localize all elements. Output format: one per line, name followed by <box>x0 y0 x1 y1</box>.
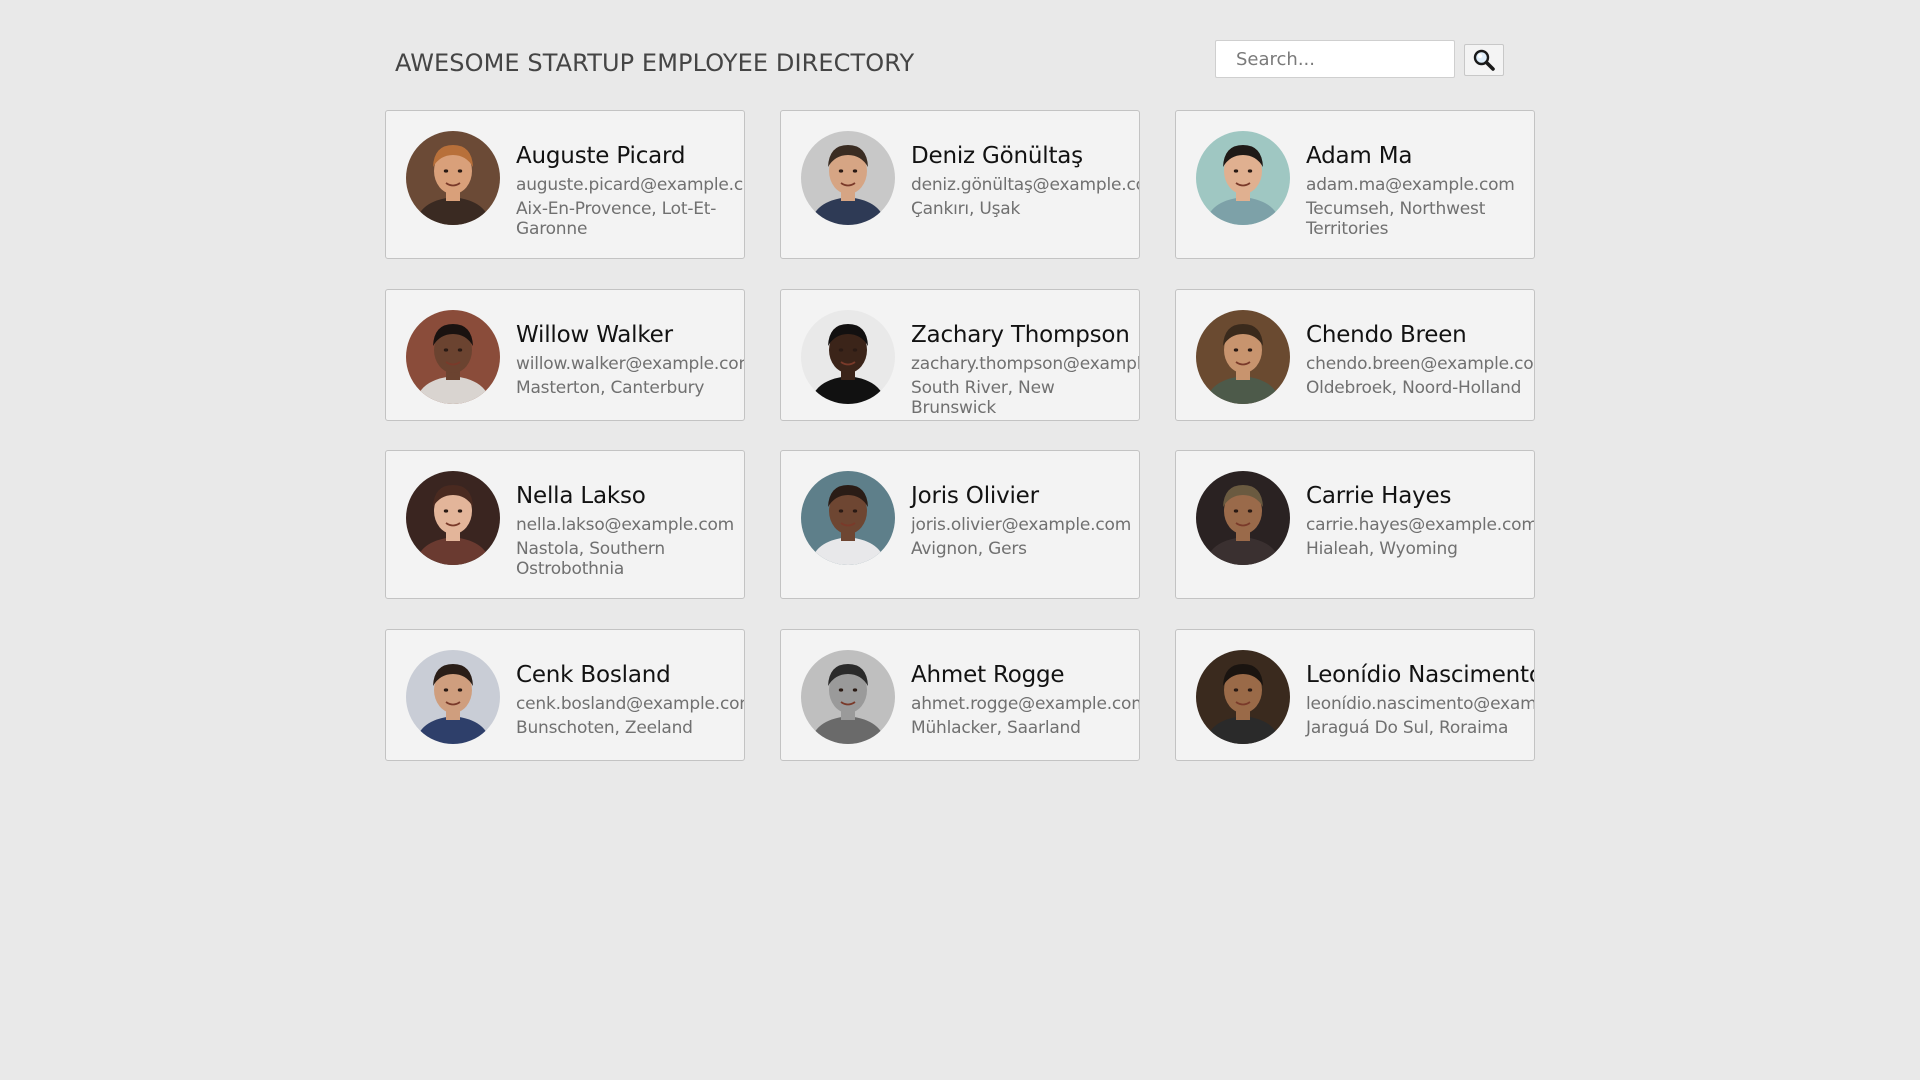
employee-location: Jaraguá Do Sul, Roraima <box>1306 718 1509 738</box>
employee-email: adam.ma@example.com <box>1306 175 1515 195</box>
employee-gallery: Auguste Picard auguste.picard@example.co… <box>385 110 1535 770</box>
employee-card[interactable]: Auguste Picard auguste.picard@example.co… <box>385 110 745 259</box>
person-portrait-icon <box>1196 471 1290 565</box>
employee-info: Carrie Hayes carrie.hayes@example.com Hi… <box>1306 481 1534 559</box>
employee-email: willow.walker@example.com <box>516 354 744 374</box>
employee-name: Leonídio Nascimento <box>1306 662 1535 688</box>
employee-info: Ahmet Rogge ahmet.rogge@example.com Mühl… <box>911 660 1139 738</box>
employee-email: deniz.gönültaş@example.com <box>911 175 1139 195</box>
employee-card[interactable]: Adam Ma adam.ma@example.com Tecumseh, No… <box>1175 110 1535 259</box>
employee-location: Masterton, Canterbury <box>516 378 705 398</box>
person-portrait-icon <box>801 650 895 744</box>
employee-name: Adam Ma <box>1306 143 1413 169</box>
employee-card[interactable]: Joris Olivier joris.olivier@example.com … <box>780 450 1140 599</box>
employee-name: Joris Olivier <box>911 483 1039 509</box>
employee-info: Zachary Thompson zachary.thompson@exampl… <box>911 320 1139 418</box>
employee-location: Oldebroek, Noord-Holland <box>1306 378 1522 398</box>
employee-avatar <box>1196 471 1290 565</box>
employee-card[interactable]: Cenk Bosland cenk.bosland@example.com Bu… <box>385 629 745 761</box>
person-portrait-icon <box>801 131 895 225</box>
person-portrait-icon <box>406 310 500 404</box>
employee-info: Nella Lakso nella.lakso@example.com Nast… <box>516 481 744 579</box>
employee-avatar <box>801 310 895 404</box>
employee-location: Çankırı, Uşak <box>911 199 1021 219</box>
employee-location: Nastola, Southern Ostrobothnia <box>516 539 665 579</box>
employee-info: Chendo Breen chendo.breen@example.com Ol… <box>1306 320 1534 398</box>
employee-location: Avignon, Gers <box>911 539 1027 559</box>
employee-info: Joris Olivier joris.olivier@example.com … <box>911 481 1139 559</box>
employee-avatar <box>1196 310 1290 404</box>
employee-info: Cenk Bosland cenk.bosland@example.com Bu… <box>516 660 744 738</box>
employee-avatar <box>406 471 500 565</box>
employee-avatar <box>406 310 500 404</box>
page-header: AWESOME STARTUP EMPLOYEE DIRECTORY <box>395 40 1530 90</box>
employee-card[interactable]: Leonídio Nascimento leonídio.nascimento@… <box>1175 629 1535 761</box>
employee-info: Auguste Picard auguste.picard@example.co… <box>516 141 744 239</box>
employee-email: carrie.hayes@example.com <box>1306 515 1534 535</box>
person-portrait-icon <box>801 471 895 565</box>
employee-card[interactable]: Nella Lakso nella.lakso@example.com Nast… <box>385 450 745 599</box>
employee-name: Chendo Breen <box>1306 322 1467 348</box>
person-portrait-icon <box>801 310 895 404</box>
employee-location: Hialeah, Wyoming <box>1306 539 1458 559</box>
employee-info: Leonídio Nascimento leonídio.nascimento@… <box>1306 660 1534 738</box>
employee-location: Bunschoten, Zeeland <box>516 718 693 738</box>
employee-avatar <box>406 650 500 744</box>
employee-name: Auguste Picard <box>516 143 686 169</box>
employee-location: Tecumseh, Northwest Territories <box>1306 199 1486 239</box>
employee-avatar <box>1196 131 1290 225</box>
employee-email: zachary.thompson@example.com <box>911 354 1139 374</box>
search-input[interactable] <box>1215 40 1455 78</box>
employee-location: South River, New Brunswick <box>911 378 1055 418</box>
employee-card[interactable]: Deniz Gönültaş deniz.gönültaş@example.co… <box>780 110 1140 259</box>
employee-name: Carrie Hayes <box>1306 483 1452 509</box>
person-portrait-icon <box>1196 650 1290 744</box>
page-title: AWESOME STARTUP EMPLOYEE DIRECTORY <box>395 49 915 77</box>
employee-name: Deniz Gönültaş <box>911 143 1083 169</box>
employee-email: chendo.breen@example.com <box>1306 354 1534 374</box>
employee-avatar <box>801 131 895 225</box>
employee-card[interactable]: Chendo Breen chendo.breen@example.com Ol… <box>1175 289 1535 421</box>
employee-email: cenk.bosland@example.com <box>516 694 744 714</box>
employee-card[interactable]: Carrie Hayes carrie.hayes@example.com Hi… <box>1175 450 1535 599</box>
person-portrait-icon <box>1196 131 1290 225</box>
employee-info: Adam Ma adam.ma@example.com Tecumseh, No… <box>1306 141 1534 239</box>
employee-card[interactable]: Zachary Thompson zachary.thompson@exampl… <box>780 289 1140 421</box>
person-portrait-icon <box>406 471 500 565</box>
employee-location: Aix-En-Provence, Lot-Et-Garonne <box>516 199 717 239</box>
employee-name: Willow Walker <box>516 322 673 348</box>
person-portrait-icon <box>406 131 500 225</box>
employee-email: joris.olivier@example.com <box>911 515 1132 535</box>
employee-email: ahmet.rogge@example.com <box>911 694 1139 714</box>
employee-card[interactable]: Willow Walker willow.walker@example.com … <box>385 289 745 421</box>
employee-card[interactable]: Ahmet Rogge ahmet.rogge@example.com Mühl… <box>780 629 1140 761</box>
employee-name: Ahmet Rogge <box>911 662 1065 688</box>
employee-name: Nella Lakso <box>516 483 646 509</box>
employee-info: Willow Walker willow.walker@example.com … <box>516 320 744 398</box>
employee-avatar <box>1196 650 1290 744</box>
employee-avatar <box>801 471 895 565</box>
employee-name: Cenk Bosland <box>516 662 671 688</box>
employee-location: Mühlacker, Saarland <box>911 718 1081 738</box>
employee-email: nella.lakso@example.com <box>516 515 735 535</box>
search-button[interactable] <box>1464 44 1504 76</box>
employee-email: auguste.picard@example.com <box>516 175 744 195</box>
employee-name: Zachary Thompson <box>911 322 1130 348</box>
person-portrait-icon <box>406 650 500 744</box>
magnifier-icon <box>1473 49 1495 71</box>
person-portrait-icon <box>1196 310 1290 404</box>
employee-avatar <box>801 650 895 744</box>
employee-info: Deniz Gönültaş deniz.gönültaş@example.co… <box>911 141 1139 219</box>
employee-email: leonídio.nascimento@example.com <box>1306 694 1534 714</box>
employee-avatar <box>406 131 500 225</box>
